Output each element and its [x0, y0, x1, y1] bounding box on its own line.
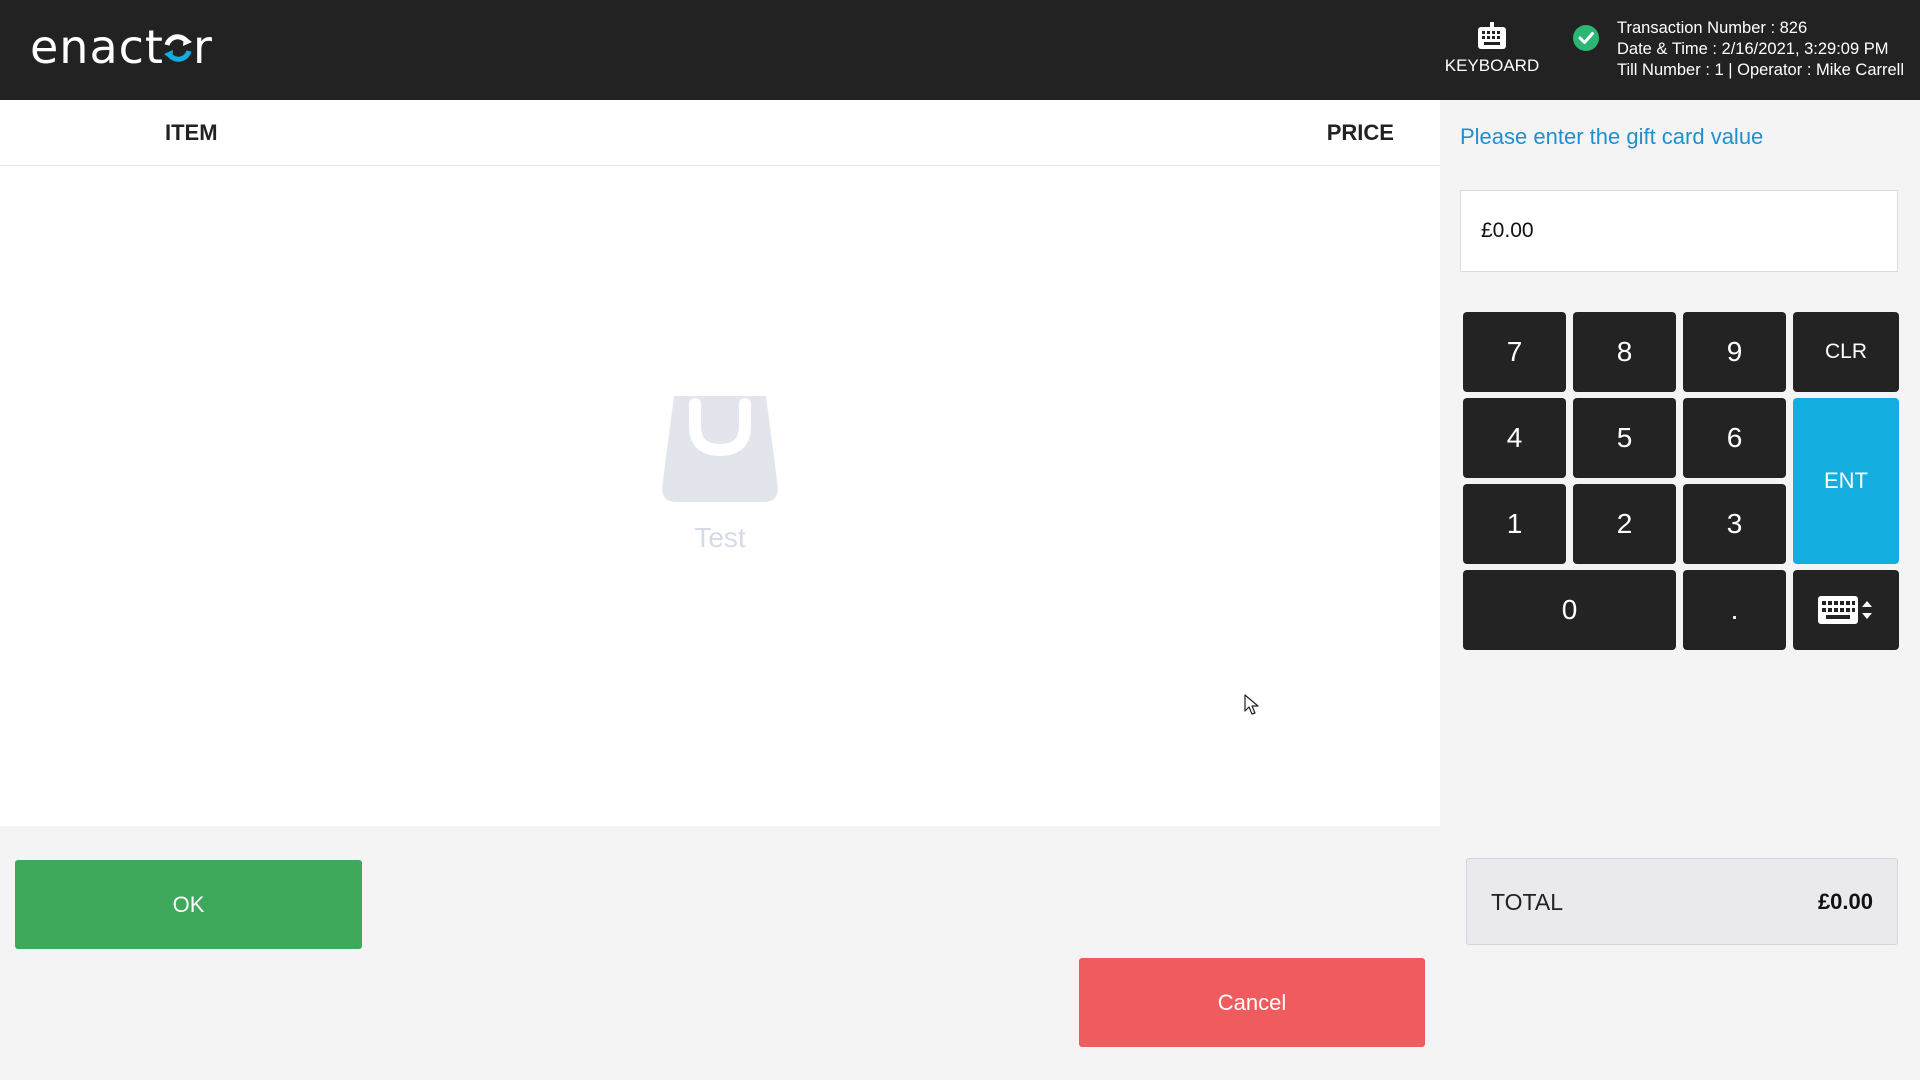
cancel-button[interactable]: Cancel [1079, 958, 1425, 1047]
key-6[interactable]: 6 [1683, 398, 1786, 478]
mouse-cursor-icon [1244, 694, 1259, 715]
key-1[interactable]: 1 [1463, 484, 1566, 564]
ok-button[interactable]: OK [15, 860, 362, 949]
item-list-panel: ITEM PRICE Test [0, 100, 1440, 826]
numeric-keypad: 7 8 9 CLR 4 5 6 ENT 1 2 3 0 . [1463, 312, 1899, 650]
till-operator: Till Number : 1 | Operator : Mike Carrel… [1617, 61, 1904, 79]
keyboard-icon [1478, 22, 1506, 49]
gift-card-value-input[interactable] [1460, 190, 1898, 272]
enactor-logo-mark: enact r [30, 20, 213, 74]
gift-card-prompt: Please enter the gift card value [1460, 124, 1764, 149]
key-0[interactable]: 0 [1463, 570, 1676, 650]
key-8[interactable]: 8 [1573, 312, 1676, 392]
enactor-logo: enact r [30, 19, 230, 79]
column-header-item: ITEM [165, 120, 218, 145]
date-time: Date & Time : 2/16/2021, 3:29:09 PM [1617, 40, 1889, 58]
key-4[interactable]: 4 [1463, 398, 1566, 478]
shopping-bag-icon [662, 396, 778, 502]
svg-text:enact: enact [30, 20, 164, 74]
item-list-header: ITEM PRICE [0, 100, 1440, 166]
key-decimal[interactable]: . [1683, 570, 1786, 650]
empty-list-text: Test [694, 522, 746, 553]
keyboard-label: KEYBOARD [1444, 56, 1540, 75]
top-bar: enact r KEYBOARD Transaction Number: 82… [0, 0, 1920, 100]
total-label: TOTAL [1491, 889, 1563, 915]
keyboard-toggle-icon [1818, 596, 1872, 624]
check-circle-icon [1573, 25, 1599, 51]
column-header-price: PRICE [1326, 120, 1394, 145]
key-5[interactable]: 5 [1573, 398, 1676, 478]
transaction-info: Transaction Number : 826 Date & Time : 2… [1617, 18, 1904, 81]
key-enter[interactable]: ENT [1793, 398, 1899, 564]
keyboard-toggle-button[interactable] [1793, 570, 1899, 650]
svg-text:r: r [193, 20, 213, 74]
total-summary: TOTAL £0.00 [1466, 858, 1898, 945]
key-2[interactable]: 2 [1573, 484, 1676, 564]
total-value: £0.00 [1817, 889, 1873, 914]
transaction-number: Transaction Number : 826 [1617, 19, 1808, 37]
key-3[interactable]: 3 [1683, 484, 1786, 564]
key-7[interactable]: 7 [1463, 312, 1566, 392]
keyboard-button[interactable]: KEYBOARD [1436, 22, 1548, 86]
key-clear[interactable]: CLR [1793, 312, 1899, 392]
key-9[interactable]: 9 [1683, 312, 1786, 392]
